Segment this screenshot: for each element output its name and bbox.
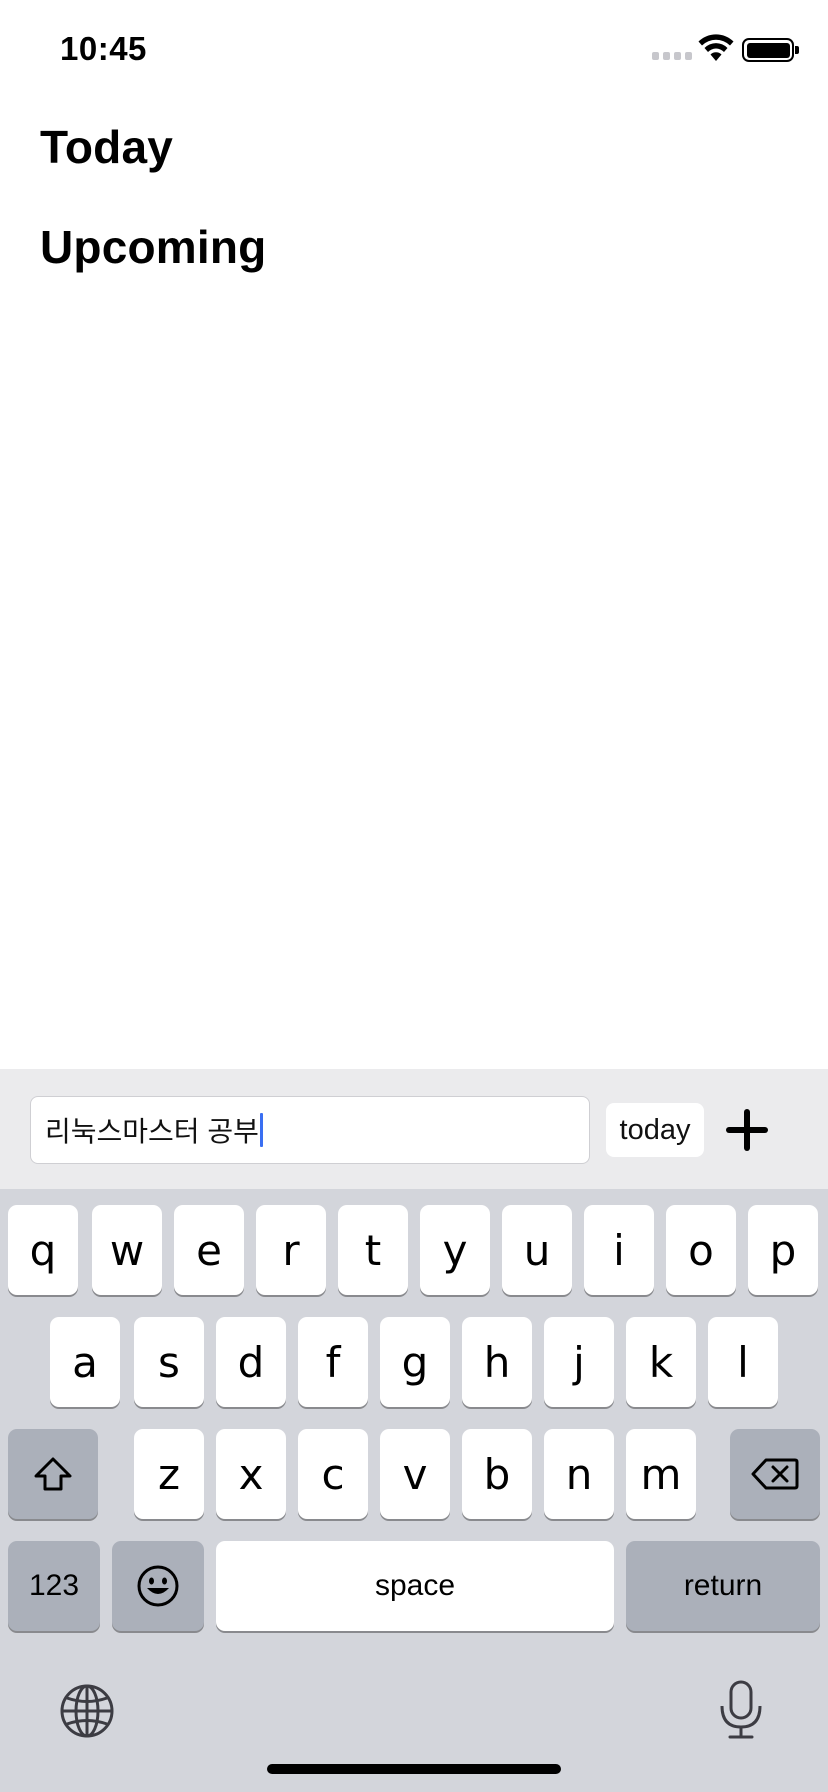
key-q[interactable]: q xyxy=(8,1205,78,1295)
wifi-icon xyxy=(698,34,734,61)
key-c[interactable]: c xyxy=(298,1429,368,1519)
section-title-upcoming[interactable]: Upcoming xyxy=(40,220,266,274)
key-g[interactable]: g xyxy=(380,1317,450,1407)
shift-key[interactable] xyxy=(8,1429,98,1519)
key-j[interactable]: j xyxy=(544,1317,614,1407)
shift-icon xyxy=(34,1457,72,1491)
key-d[interactable]: d xyxy=(216,1317,286,1407)
key-p[interactable]: p xyxy=(748,1205,818,1295)
battery-icon xyxy=(742,38,799,62)
space-key[interactable]: space xyxy=(216,1541,614,1631)
key-b[interactable]: b xyxy=(462,1429,532,1519)
backspace-icon xyxy=(751,1458,799,1490)
task-input-value: 리눅스마스터 공부 xyxy=(45,1116,259,1147)
emoji-key[interactable] xyxy=(112,1541,204,1631)
key-i[interactable]: i xyxy=(584,1205,654,1295)
globe-icon[interactable] xyxy=(59,1683,115,1739)
home-indicator[interactable] xyxy=(267,1764,561,1774)
key-s[interactable]: s xyxy=(134,1317,204,1407)
key-t[interactable]: t xyxy=(338,1205,408,1295)
section-title-today[interactable]: Today xyxy=(40,120,173,174)
key-h[interactable]: h xyxy=(462,1317,532,1407)
task-input-bar: 리눅스마스터 공부 today xyxy=(0,1069,828,1189)
key-r[interactable]: r xyxy=(256,1205,326,1295)
backspace-key[interactable] xyxy=(730,1429,820,1519)
key-a[interactable]: a xyxy=(50,1317,120,1407)
microphone-icon[interactable] xyxy=(716,1679,766,1741)
emoji-icon xyxy=(137,1565,179,1607)
key-y[interactable]: y xyxy=(420,1205,490,1295)
key-l[interactable]: l xyxy=(708,1317,778,1407)
key-n[interactable]: n xyxy=(544,1429,614,1519)
keyboard: q w e r t y u i o p a s d f g h j k l z … xyxy=(0,1189,828,1792)
key-w[interactable]: w xyxy=(92,1205,162,1295)
key-o[interactable]: o xyxy=(666,1205,736,1295)
key-x[interactable]: x xyxy=(216,1429,286,1519)
task-input[interactable]: 리눅스마스터 공부 xyxy=(30,1096,590,1164)
return-key[interactable]: return xyxy=(626,1541,820,1631)
status-bar: 10:45 xyxy=(0,0,828,100)
key-z[interactable]: z xyxy=(134,1429,204,1519)
key-u[interactable]: u xyxy=(502,1205,572,1295)
date-select-button[interactable]: today xyxy=(606,1103,704,1157)
plus-icon[interactable] xyxy=(722,1105,772,1155)
key-e[interactable]: e xyxy=(174,1205,244,1295)
key-m[interactable]: m xyxy=(626,1429,696,1519)
cellular-signal-icon xyxy=(652,52,692,60)
key-k[interactable]: k xyxy=(626,1317,696,1407)
key-v[interactable]: v xyxy=(380,1429,450,1519)
key-f[interactable]: f xyxy=(298,1317,368,1407)
text-caret xyxy=(259,1113,263,1147)
status-time: 10:45 xyxy=(60,30,147,67)
numbers-key[interactable]: 123 xyxy=(8,1541,100,1631)
